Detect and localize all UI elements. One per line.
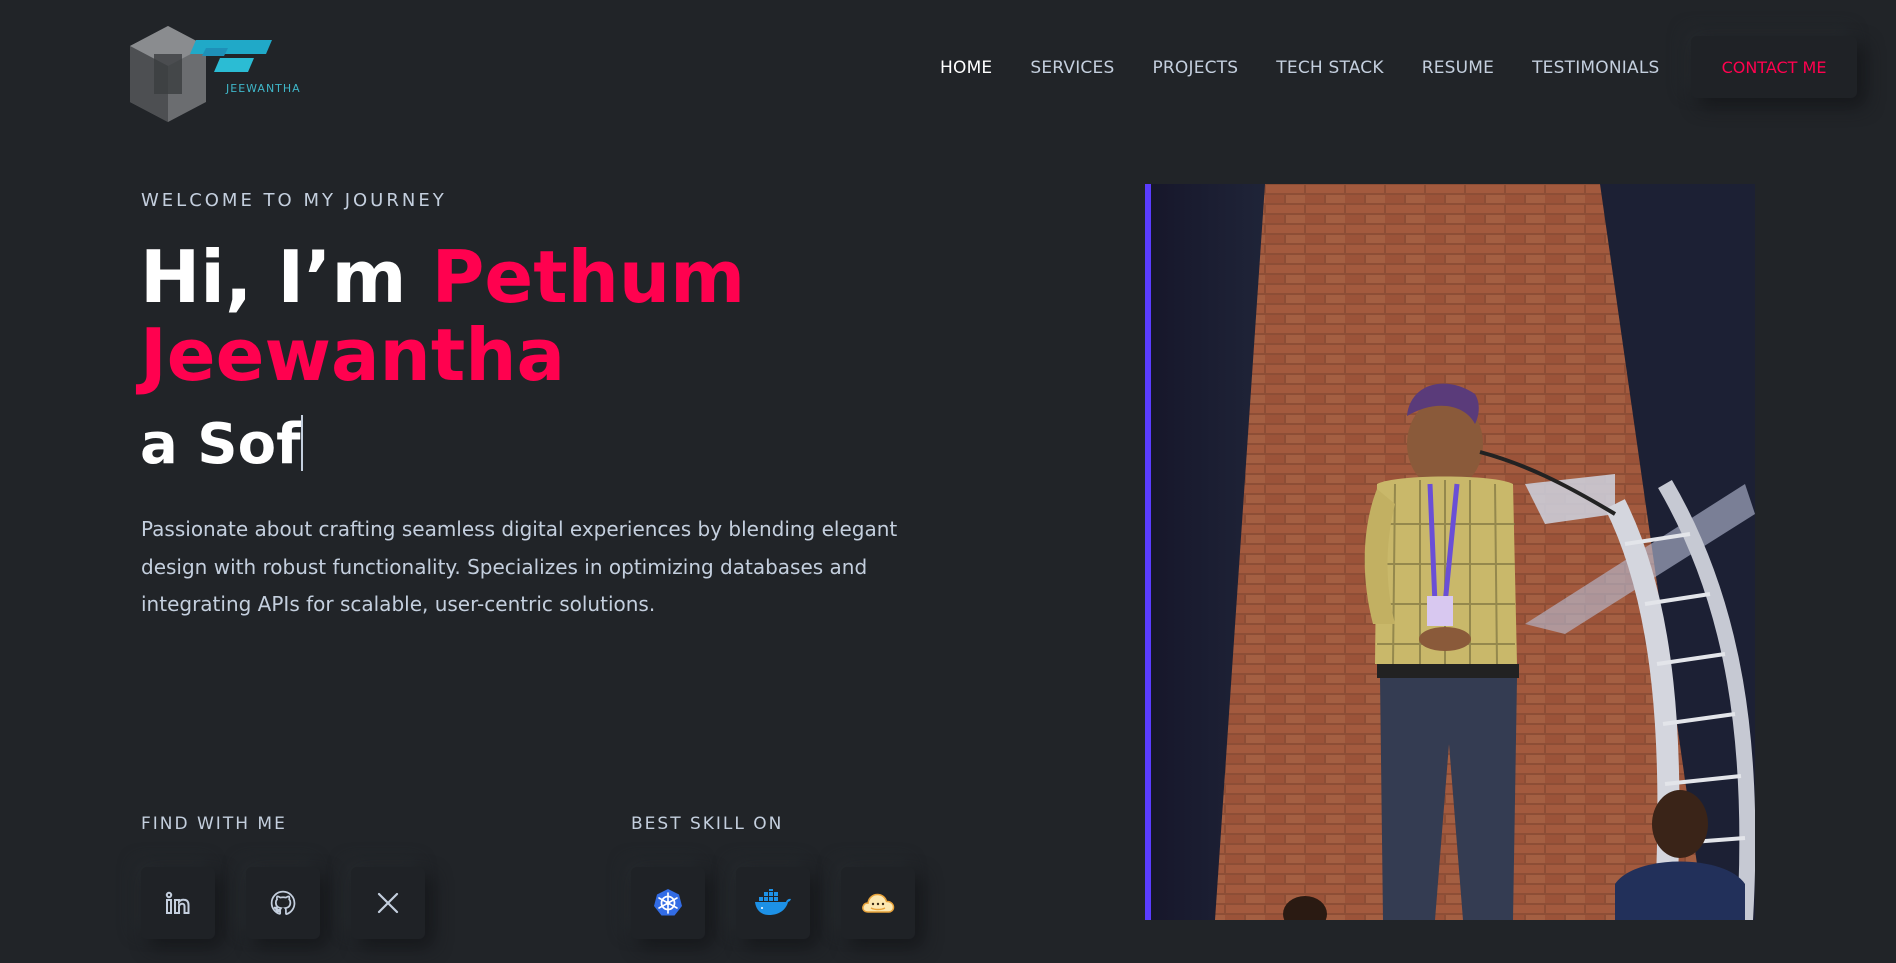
nav-tech-stack[interactable]: TECH STACK <box>1276 58 1383 78</box>
social-label: FIND WITH ME <box>141 814 287 834</box>
aws-button[interactable] <box>841 867 915 939</box>
github-icon <box>270 890 296 915</box>
hero-name-last: Jeewantha <box>140 313 566 397</box>
typed-role: a Sof <box>140 412 304 477</box>
docker-button[interactable] <box>736 867 810 939</box>
contact-me-button[interactable]: CONTACT ME <box>1691 36 1857 98</box>
typing-cursor <box>301 415 304 471</box>
linkedin-icon <box>165 891 190 914</box>
x-icon <box>377 892 399 914</box>
nav-resume[interactable]: RESUME <box>1422 58 1494 78</box>
speaker-photo-illustration <box>1145 184 1755 920</box>
nav-projects[interactable]: PROJECTS <box>1152 58 1238 78</box>
kubernetes-icon <box>654 889 682 916</box>
main-nav: HOME SERVICES PROJECTS TECH STACK RESUME… <box>940 36 1697 100</box>
linkedin-button[interactable] <box>141 867 215 939</box>
portfolio-page: JEEWANTHA HOME SERVICES PROJECTS TECH ST… <box>0 0 1896 963</box>
x-button[interactable] <box>351 867 425 939</box>
logo-mark-icon <box>130 26 272 122</box>
hero-eyebrow: WELCOME TO MY JOURNEY <box>141 190 447 211</box>
nav-testimonials[interactable]: TESTIMONIALS <box>1532 58 1659 78</box>
skills-label: BEST SKILL ON <box>631 814 784 834</box>
hero-bio: Passionate about crafting seamless digit… <box>141 517 898 616</box>
profile-photo <box>1145 184 1755 920</box>
kubernetes-button[interactable] <box>631 867 705 939</box>
logo-text: JEEWANTHA <box>226 82 301 95</box>
github-button[interactable] <box>246 867 320 939</box>
aws-icon <box>862 893 895 913</box>
typed-role-text: a Sof <box>140 412 301 477</box>
nav-home[interactable]: HOME <box>940 58 992 78</box>
hero-headline: Hi, I’m Pethum Jeewantha <box>140 238 840 394</box>
hero-greeting: Hi, I’m <box>140 235 407 319</box>
docker-icon <box>755 889 791 915</box>
nav-services[interactable]: SERVICES <box>1030 58 1114 78</box>
hero-name-first: Pethum <box>431 235 746 319</box>
site-logo[interactable]: JEEWANTHA <box>124 24 314 126</box>
